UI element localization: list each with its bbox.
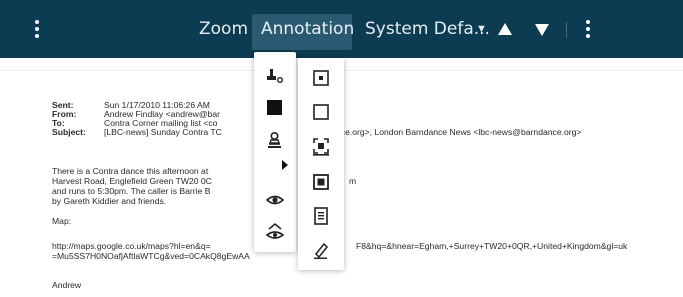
annotation-menu[interactable]: Annotation xyxy=(261,0,354,58)
body-line: There is a Contra dance this afternoon a… xyxy=(52,166,209,176)
main-menu-icon[interactable] xyxy=(35,20,39,38)
empty-square-icon[interactable] xyxy=(311,102,331,122)
color-selector[interactable]: System Defa... xyxy=(365,0,490,58)
next-down-icon[interactable] xyxy=(535,24,549,36)
previous-up-icon[interactable] xyxy=(498,23,512,35)
map-label: Map: xyxy=(52,216,72,226)
signature: Andrew xyxy=(52,280,82,290)
body-line: by Gareth Kiddier and friends. xyxy=(52,196,167,206)
square-dot-icon[interactable] xyxy=(311,68,331,88)
more-options-icon[interactable] xyxy=(586,20,590,38)
zoom-menu[interactable]: Zoom xyxy=(199,0,248,58)
focus-square-icon[interactable] xyxy=(311,136,331,156)
eye-icon[interactable] xyxy=(265,190,285,210)
body-line: Harvest Road, Englefield Green TW20 0C xyxy=(52,176,212,186)
url-line[interactable]: =Mu5SS7H0NOafjAftlaWTCg&ved=0CAkQ8gEwAA xyxy=(52,251,250,261)
pencil-icon[interactable] xyxy=(311,240,331,260)
top-toolbar: Zoom Annotation System Defa... ▼ xyxy=(0,0,683,58)
shape-tools-panel xyxy=(298,58,344,270)
anchor-stamp-icon[interactable] xyxy=(265,66,285,86)
hidden-eye-icon[interactable] xyxy=(265,222,285,242)
filled-frame-icon[interactable] xyxy=(311,172,331,192)
chevron-down-icon[interactable]: ▼ xyxy=(476,22,487,36)
toolbar-divider xyxy=(566,22,567,38)
to-continuation: nce.org>, London Barndance News <lbc-new… xyxy=(336,127,582,137)
note-icon[interactable] xyxy=(311,206,331,226)
url-line[interactable]: http://maps.google.co.uk/maps?hl=en&q= xyxy=(52,241,211,251)
body-line-tail: m xyxy=(349,176,357,186)
url-line-end[interactable]: F8&hq=&hnear=Egham,+Surrey+TW20+0QR,+Uni… xyxy=(356,241,627,251)
header-value: [LBC-news] Sunday Contra TC xyxy=(104,127,222,137)
email-document: Sent: Sun 1/17/2010 11:06:26 AM From: An… xyxy=(36,74,683,297)
filled-square-icon[interactable] xyxy=(265,98,285,118)
header-label: Subject: xyxy=(52,127,86,137)
annotation-tools-panel xyxy=(254,52,296,252)
user-stamp-icon[interactable] xyxy=(265,130,285,150)
body-line: and runs to 5:30pm. The caller is Barrie… xyxy=(52,186,211,196)
submenu-arrow-icon[interactable] xyxy=(280,158,290,172)
